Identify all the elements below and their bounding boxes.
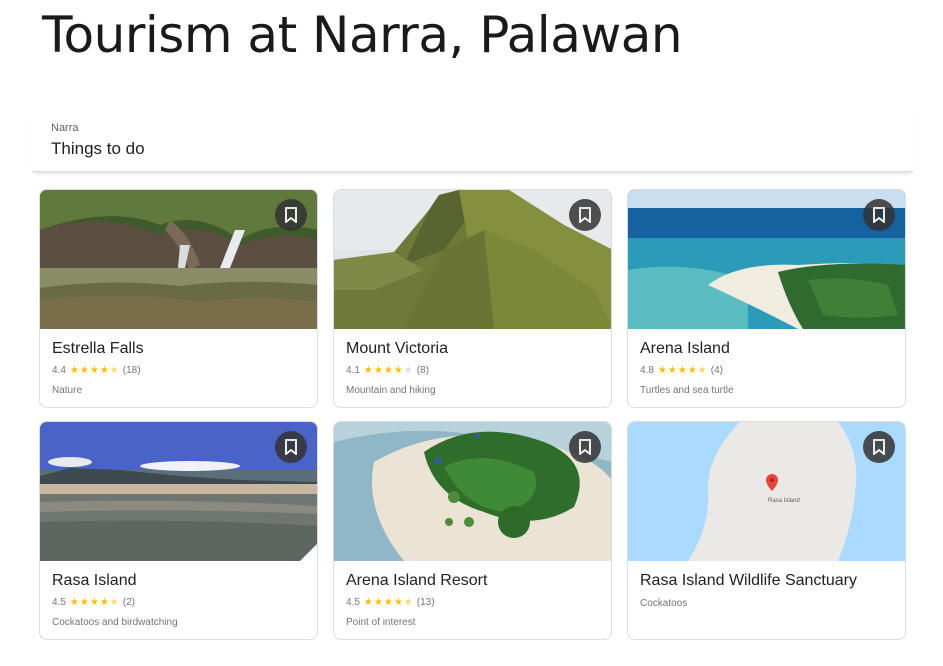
review-count: (8) (416, 365, 429, 376)
place-rating: 4.5 ★ ★ ★ ★ ★ (2) (52, 597, 135, 608)
star-icon: ★ (99, 364, 109, 376)
star-icon: ★ (677, 364, 687, 376)
place-card[interactable]: Arena Island 4.8 ★ ★ ★ ★ ★ (4) Turtles and s… (627, 189, 906, 408)
search-header: Narra Things to do (32, 110, 913, 172)
star-icon: ★ (393, 596, 403, 608)
bookmark-icon[interactable] (569, 431, 601, 463)
star-icon: ★ (363, 364, 373, 376)
place-category: Cockatoos (640, 598, 688, 609)
review-count: (4) (710, 365, 723, 376)
place-name: Rasa Island Wildlife Sanctuary (640, 572, 857, 589)
place-card[interactable]: Rasa Island Rasa Island Wildlife Sanctua… (627, 421, 906, 640)
star-icon: ★ (393, 364, 403, 376)
star-icon: ★ (667, 364, 677, 376)
place-rating: 4.4 ★ ★ ★ ★ ★ (18) (52, 365, 141, 376)
place-card[interactable]: Mount Victoria 4.1 ★ ★ ★ ★ ★ (8) Mountain an… (333, 189, 612, 408)
place-name: Arena Island (640, 340, 730, 357)
star-icon: ★ (109, 596, 119, 608)
rating-value: 4.1 (346, 365, 360, 376)
star-icon: ★ (383, 596, 393, 608)
star-icon: ★ (687, 364, 697, 376)
star-icon: ★ (89, 596, 99, 608)
place-name: Estrella Falls (52, 340, 144, 357)
bookmark-icon[interactable] (863, 199, 895, 231)
star-rating: ★ ★ ★ ★ ★ (363, 596, 413, 608)
star-icon: ★ (697, 364, 707, 376)
place-rating: 4.5 ★ ★ ★ ★ ★ (13) (346, 597, 435, 608)
bookmark-icon[interactable] (863, 431, 895, 463)
star-icon: ★ (373, 364, 383, 376)
star-icon: ★ (89, 364, 99, 376)
places-grid: Estrella Falls 4.4 ★ ★ ★ ★ ★ (18) Nature Mou… (39, 189, 906, 641)
review-count: (18) (122, 365, 141, 376)
star-icon: ★ (373, 596, 383, 608)
map-label: Rasa Island (768, 498, 800, 504)
star-rating: ★ ★ ★ ★ ★ (69, 364, 119, 376)
rating-value: 4.5 (346, 597, 360, 608)
star-icon: ★ (109, 364, 119, 376)
bookmark-icon[interactable] (275, 199, 307, 231)
star-rating: ★ ★ ★ ★ ★ (363, 364, 413, 376)
page-title: Tourism at Narra, Palawan (42, 6, 683, 64)
place-name: Mount Victoria (346, 340, 448, 357)
rating-value: 4.5 (52, 597, 66, 608)
place-name: Arena Island Resort (346, 572, 488, 589)
place-category: Point of interest (346, 617, 416, 628)
review-count: (13) (416, 597, 435, 608)
rating-value: 4.4 (52, 365, 66, 376)
place-rating: 4.1 ★ ★ ★ ★ ★ (8) (346, 365, 429, 376)
star-icon: ★ (403, 364, 413, 376)
place-category: Cockatoos and birdwatching (52, 617, 178, 628)
place-category: Turtles and sea turtle (640, 385, 734, 396)
place-category: Nature (52, 385, 83, 396)
bookmark-icon[interactable] (569, 199, 601, 231)
star-icon: ★ (403, 596, 413, 608)
place-card[interactable]: Rasa Island 4.5 ★ ★ ★ ★ ★ (2) Cockatoos and … (39, 421, 318, 640)
rating-value: 4.8 (640, 365, 654, 376)
place-card[interactable]: Estrella Falls 4.4 ★ ★ ★ ★ ★ (18) Nature (39, 189, 318, 408)
search-location: Narra (51, 122, 79, 134)
star-rating: ★ ★ ★ ★ ★ (657, 364, 707, 376)
star-icon: ★ (383, 364, 393, 376)
place-name: Rasa Island (52, 572, 137, 589)
star-icon: ★ (69, 364, 79, 376)
review-count: (2) (122, 597, 135, 608)
place-card[interactable]: Arena Island Resort 4.5 ★ ★ ★ ★ ★ (13) Point… (333, 421, 612, 640)
star-icon: ★ (79, 364, 89, 376)
place-rating: 4.8 ★ ★ ★ ★ ★ (4) (640, 365, 723, 376)
star-rating: ★ ★ ★ ★ ★ (69, 596, 119, 608)
star-icon: ★ (69, 596, 79, 608)
star-icon: ★ (99, 596, 109, 608)
bookmark-icon[interactable] (275, 431, 307, 463)
star-icon: ★ (657, 364, 667, 376)
star-icon: ★ (79, 596, 89, 608)
star-icon: ★ (363, 596, 373, 608)
place-category: Mountain and hiking (346, 385, 436, 396)
search-query[interactable]: Things to do (51, 139, 145, 159)
